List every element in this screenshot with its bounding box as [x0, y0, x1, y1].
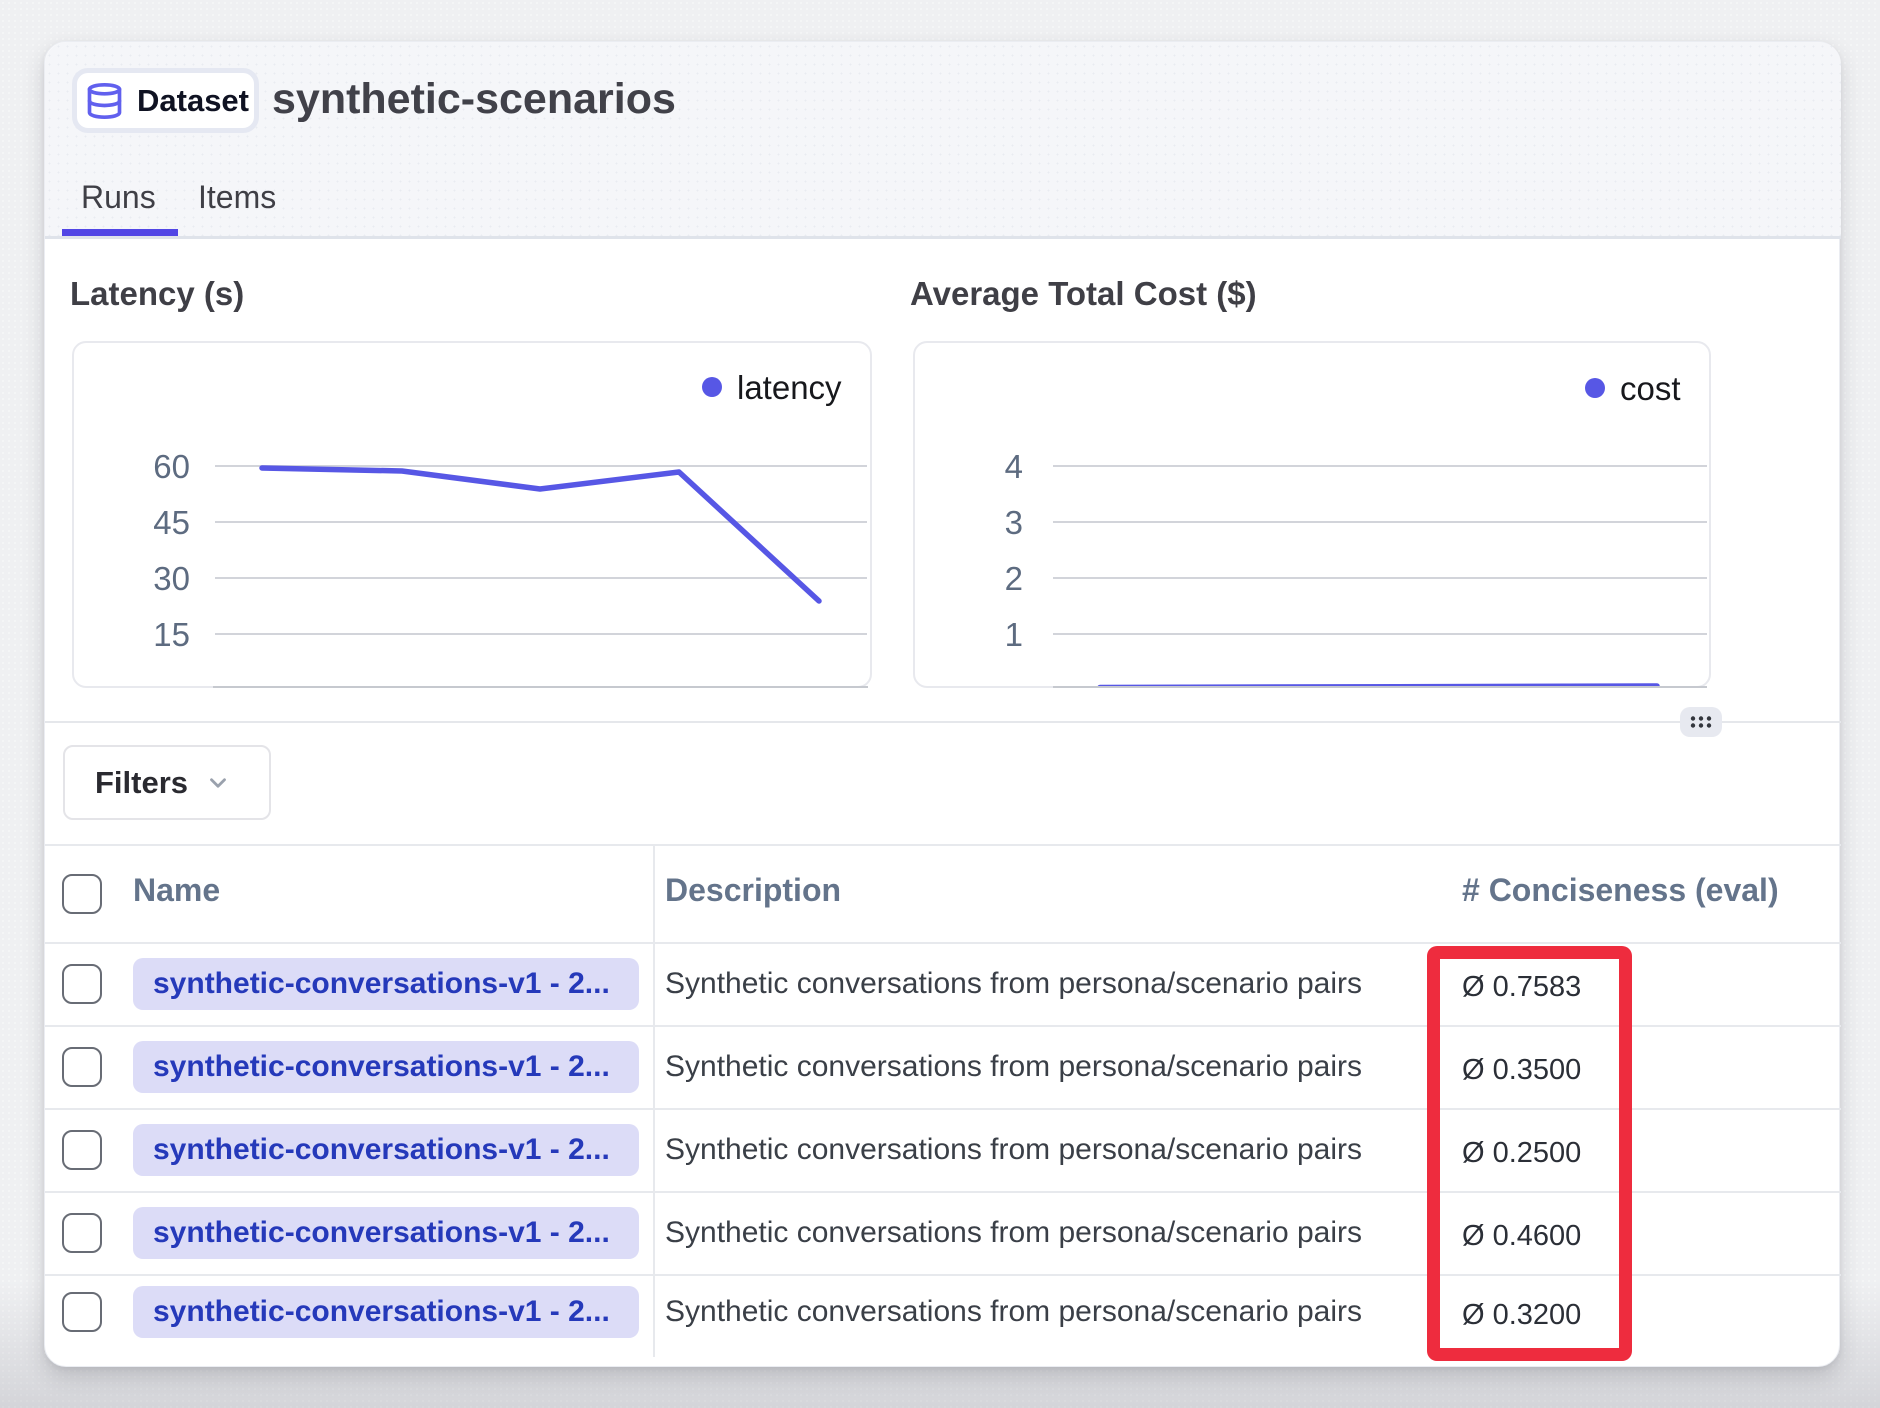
svg-text:60: 60 — [153, 448, 190, 485]
svg-text:1: 1 — [1005, 616, 1023, 653]
svg-text:15: 15 — [153, 616, 190, 653]
svg-text:4: 4 — [1005, 448, 1023, 485]
svg-text:2: 2 — [1005, 560, 1023, 597]
svg-text:45: 45 — [153, 504, 190, 541]
svg-text:3: 3 — [1005, 504, 1023, 541]
svg-text:cost: cost — [1620, 370, 1681, 407]
svg-text:30: 30 — [153, 560, 190, 597]
svg-text:latency: latency — [737, 369, 842, 406]
